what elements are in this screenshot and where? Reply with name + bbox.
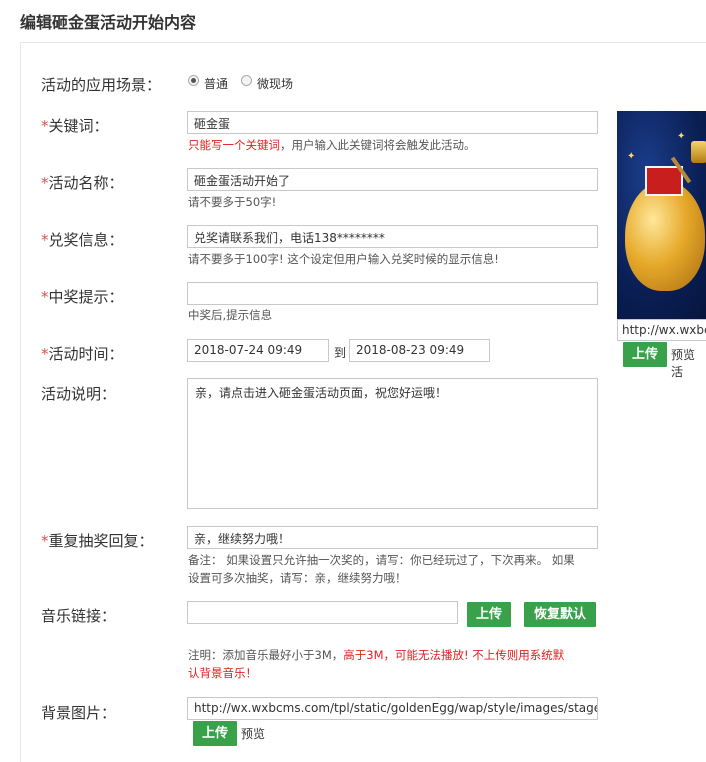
sparkle-icon: ✦ <box>627 151 636 162</box>
preview-image-preview-link[interactable]: 预览 活 <box>671 346 706 380</box>
activity-name-input[interactable]: 砸金蛋活动开始了 <box>187 168 598 191</box>
keyword-label: *关键词： <box>41 117 109 135</box>
background-preview-link[interactable]: 预览 <box>241 725 265 742</box>
background-label: 背景图片： <box>41 704 117 722</box>
repeat-reply-hint-line2: 设置可多次抽奖，请写：亲，继续努力哦！ <box>188 571 407 585</box>
keyword-input[interactable]: 砸金蛋 <box>187 111 598 134</box>
win-tip-input[interactable] <box>187 282 598 305</box>
keyword-hint: 只能写一个关键词，用户输入此关键词将会触发此活动。 <box>188 138 476 152</box>
music-upload-button[interactable]: 上传 <box>467 602 511 627</box>
scene-radio-live-label: 微现场 <box>257 77 294 91</box>
scene-label: 活动的应用场景： <box>41 76 162 94</box>
redeem-info-label: *兑奖信息： <box>41 231 124 249</box>
repeat-reply-input[interactable]: 亲，继续努力哦！ <box>187 526 598 549</box>
scene-radio-normal[interactable] <box>188 75 199 86</box>
preview-image-url-input[interactable]: http://wx.wxbcms.com <box>617 319 706 341</box>
win-tip-hint: 中奖后,提示信息 <box>188 308 273 322</box>
music-note-line2: 认背景音乐！ <box>188 666 257 680</box>
music-reset-button[interactable]: 恢复默认 <box>524 602 596 627</box>
redeem-info-input[interactable]: 兑奖请联系我们，电话138******** <box>187 225 598 248</box>
music-label: 音乐链接： <box>41 607 117 625</box>
redeem-info-hint: 请不要多于100字! 这个设定但用户输入兑奖时候的显示信息! <box>188 252 499 266</box>
description-label: 活动说明： <box>41 385 117 403</box>
golden-egg-graphic <box>625 181 705 291</box>
background-upload-button[interactable]: 上传 <box>193 721 237 746</box>
background-url-input[interactable]: http://wx.wxbcms.com/tpl/static/goldenEg… <box>187 697 598 720</box>
activity-time-label: *活动时间： <box>41 345 124 363</box>
repeat-reply-hint-line1: 备注： 如果设置只允许抽一次奖的，请写：你已经玩过了，下次再来。 如果 <box>188 553 575 567</box>
win-tip-label: *中奖提示： <box>41 288 124 306</box>
end-date-input[interactable]: 2018-08-23 09:49 <box>349 339 490 362</box>
repeat-reply-label: *重复抽奖回复： <box>41 532 154 550</box>
page-title: 编辑砸金蛋活动开始内容 <box>20 13 197 32</box>
music-note-line1: 注明：添加音乐最好小于3M，高于3M，可能无法播放! 不上传则用系统默 <box>188 648 565 662</box>
egg-preview-image: ✦ ✦ <box>617 111 706 321</box>
description-textarea[interactable]: 亲，请点击进入砸金蛋活动页面，祝您好运哦！ <box>187 378 598 509</box>
activity-name-label: *活动名称： <box>41 174 124 192</box>
hammer-icon <box>691 141 706 163</box>
sparkle-icon: ✦ <box>677 131 686 142</box>
scene-radio-normal-label: 普通 <box>204 77 229 91</box>
scene-radio-live[interactable] <box>241 75 252 86</box>
preview-image-upload-button[interactable]: 上传 <box>623 342 667 367</box>
date-separator: 到 <box>334 346 347 360</box>
music-url-input[interactable] <box>187 601 458 624</box>
gift-box-graphic <box>645 166 683 196</box>
activity-name-hint: 请不要多于50字! <box>188 195 277 209</box>
start-date-input[interactable]: 2018-07-24 09:49 <box>187 339 329 362</box>
